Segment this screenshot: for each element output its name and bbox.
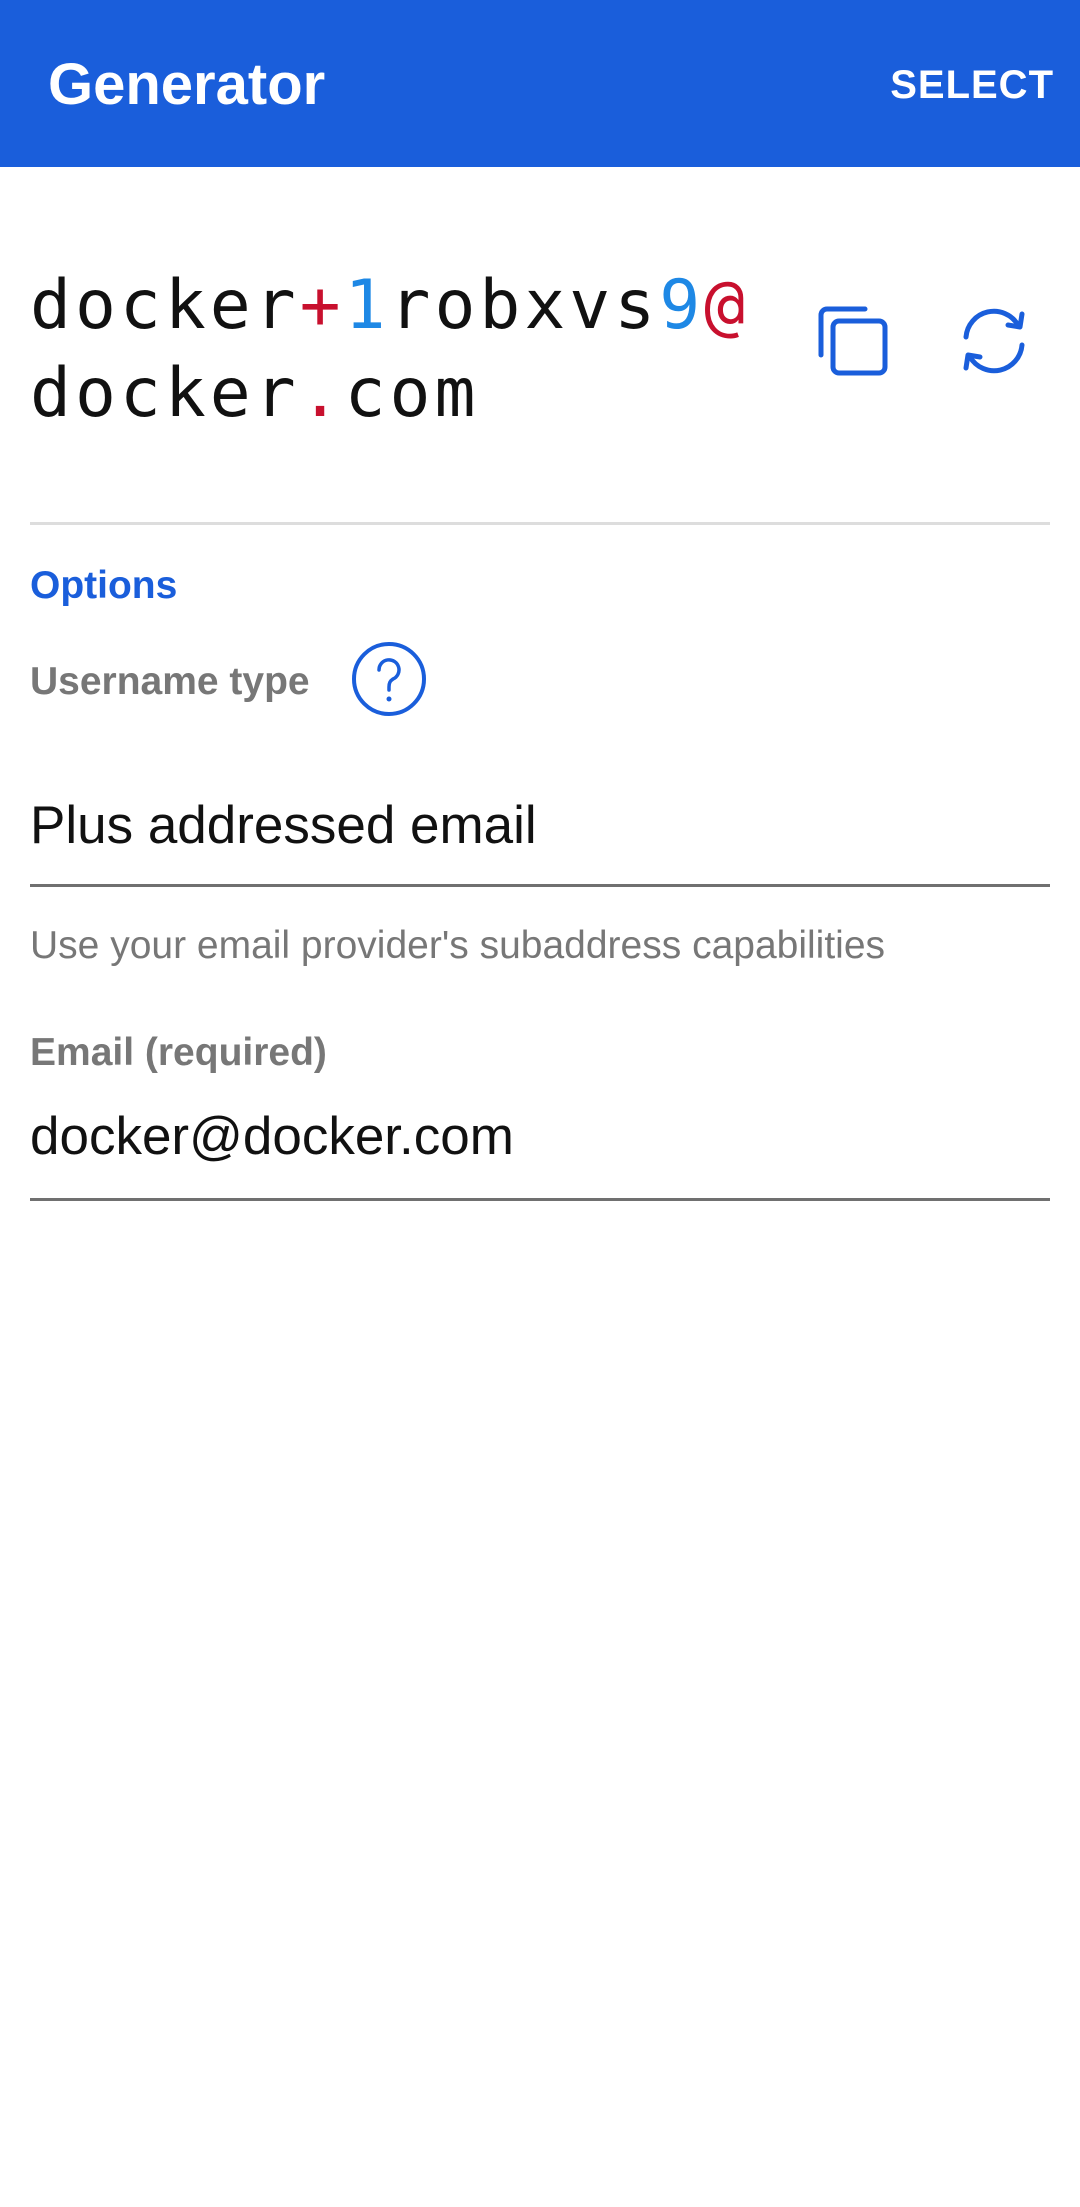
username-type-select[interactable]: Plus addressed email [30,793,537,859]
generated-segment: com [344,354,480,433]
help-circle-icon [349,639,429,719]
app-bar: Generator SELECT [0,0,1080,167]
email-label: Email (required) [30,1031,327,1074]
username-type-helper-text: Use your email provider's subaddress cap… [30,924,886,967]
page-title: Generator [48,52,326,117]
generated-segment: . [299,354,345,433]
email-field[interactable] [30,1104,1050,1170]
username-type-help-button[interactable] [339,629,439,729]
generated-segment: docker [30,354,300,433]
generated-segment: 9 [659,266,705,345]
copy-icon [813,301,893,381]
regenerate-button[interactable] [944,291,1044,391]
generated-segment: + [299,266,345,345]
refresh-icon [954,301,1034,381]
options-section-title: Options [30,564,178,607]
generated-segment: @ [704,266,750,345]
username-type-label: Username type [30,660,310,703]
divider [30,522,1050,525]
email-underline [30,1198,1050,1201]
generated-segment: 1 [344,266,390,345]
generated-username: docker+1robxvs9@docker.com [30,262,770,438]
username-type-underline [30,884,1050,887]
copy-button[interactable] [803,291,903,391]
select-button[interactable]: SELECT [890,60,1054,110]
generated-segment: docker [30,266,300,345]
generated-segment: robxvs [389,266,660,345]
